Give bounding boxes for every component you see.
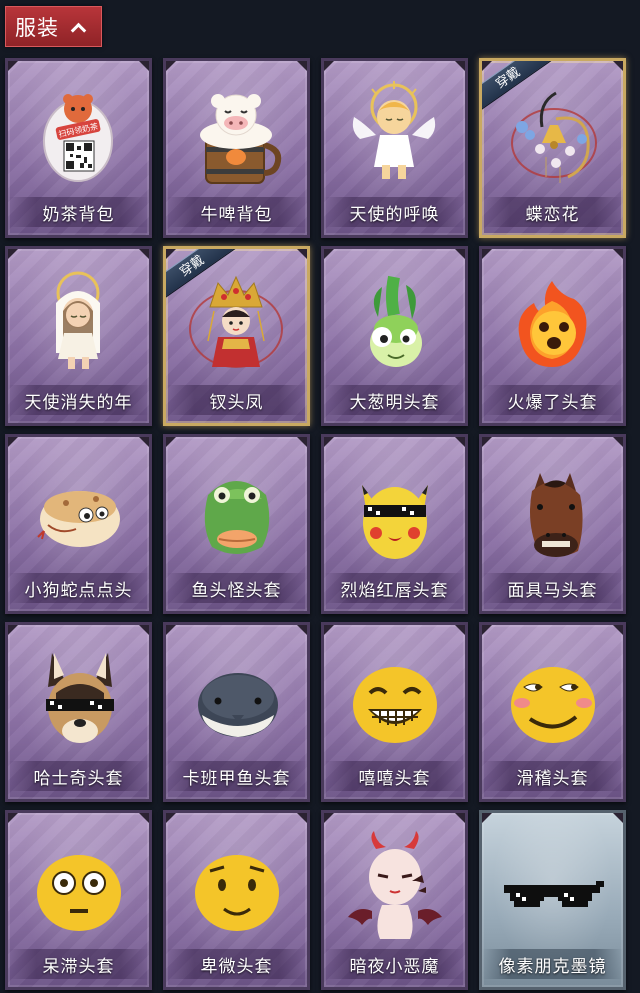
costume-name: 钗头凤 [166,385,307,415]
costume-name: 卡班甲鱼头套 [166,761,307,791]
costume-card[interactable]: 大葱明头套 [321,246,468,426]
category-tab-costume[interactable]: 服装 [5,6,102,47]
costume-card-equipped[interactable]: 穿戴 钗头凤 [163,246,310,426]
grin-emoji-head-icon [353,667,437,743]
costume-name: 像素朋克墨镜 [482,949,623,979]
costume-name: 牛啤背包 [166,197,307,227]
costume-card[interactable]: 嘻嘻头套 [321,622,468,802]
dog-snake-head-icon [37,491,120,547]
angel-call-icon [352,81,436,179]
red-lips-head-icon [362,485,428,559]
costume-card[interactable]: 天使消失的年 [5,246,152,426]
costume-name: 天使消失的年 [8,385,149,415]
cow-beer-backpack-icon [200,94,282,184]
vanished-angel-icon [56,271,100,369]
costume-name: 卑微头套 [166,949,307,979]
costume-name: 烈焰红唇头套 [324,573,465,603]
costume-card[interactable]: 扫码领奶茶 奶茶背包 [5,58,152,238]
smirk-emoji-head-icon [511,667,595,743]
costume-grid: 扫码领奶茶 奶茶背包 牛啤背包 天使的呼唤 穿戴 蝶恋花 天使消失的年 穿戴 钗… [5,58,626,990]
costume-name: 嘻嘻头套 [324,761,465,791]
costume-card[interactable]: 鱼头怪头套 [163,434,310,614]
costume-card[interactable]: 牛啤背包 [163,58,310,238]
horse-mask-icon [530,473,583,557]
fire-head-icon [518,281,587,367]
costume-card[interactable]: 小狗蛇点点头 [5,434,152,614]
costume-card[interactable]: 卑微头套 [163,810,310,990]
chevron-up-icon [71,22,85,32]
costume-card[interactable]: 滑稽头套 [479,622,626,802]
costume-name: 滑稽头套 [482,761,623,791]
dazed-emoji-head-icon [37,855,121,931]
category-tab-label: 服装 [15,15,59,40]
costume-card[interactable]: 像素朋克墨镜 [479,810,626,990]
costume-name: 奶茶背包 [8,197,149,227]
pixel-sunglasses-icon [504,881,604,907]
costume-name: 面具马头套 [482,573,623,603]
costume-name: 小狗蛇点点头 [8,573,149,603]
costume-card[interactable]: 卡班甲鱼头套 [163,622,310,802]
costume-name: 天使的呼唤 [324,197,465,227]
costume-card[interactable]: 暗夜小恶魔 [321,810,468,990]
costume-name: 哈士奇头套 [8,761,149,791]
costume-name: 呆滞头套 [8,949,149,979]
costume-card[interactable]: 呆滞头套 [5,810,152,990]
turtle-head-icon [198,673,278,737]
costume-name: 蝶恋花 [482,197,623,227]
costume-card-equipped[interactable]: 穿戴 蝶恋花 [479,58,626,238]
costume-name: 大葱明头套 [324,385,465,415]
costume-card[interactable]: 天使的呼唤 [321,58,468,238]
little-devil-icon [348,831,442,939]
milk-tea-backpack-icon: 扫码领奶茶 [43,94,113,182]
costume-name: 暗夜小恶魔 [324,949,465,979]
fish-head-icon [204,481,270,554]
costume-name: 火爆了头套 [482,385,623,415]
costume-card[interactable]: 哈士奇头套 [5,622,152,802]
humble-emoji-head-icon [195,855,279,931]
costume-card[interactable]: 烈焰红唇头套 [321,434,468,614]
costume-card[interactable]: 火爆了头套 [479,246,626,426]
costume-name: 鱼头怪头套 [166,573,307,603]
scallion-head-icon [370,275,422,367]
butterfly-flower-icon [511,91,597,183]
husky-head-icon [46,653,114,743]
costume-card[interactable]: 面具马头套 [479,434,626,614]
phoenix-hairpin-icon [189,275,283,368]
